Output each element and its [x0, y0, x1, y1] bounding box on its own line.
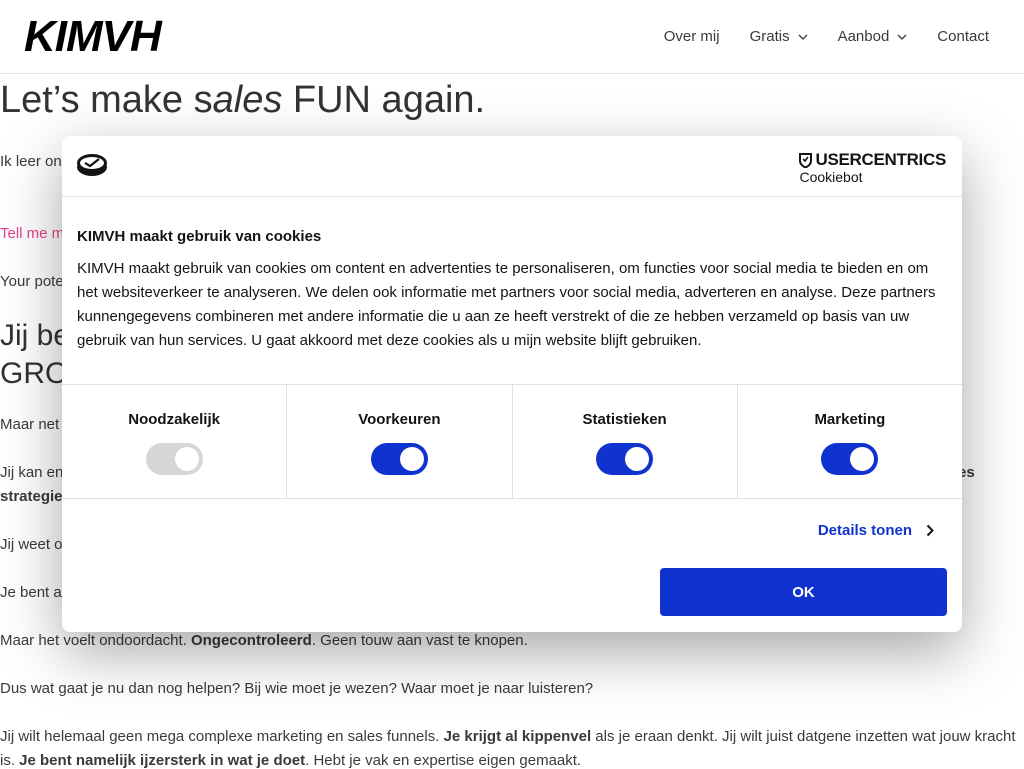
shield-icon	[799, 152, 813, 168]
toggle-label: Noodzakelijk	[128, 411, 220, 428]
noodzakelijk-toggle	[145, 443, 203, 475]
toggle-group-marketing: Marketing	[738, 385, 962, 498]
chevron-right-icon	[926, 524, 934, 537]
toggle-label: Statistieken	[582, 411, 667, 428]
ok-button[interactable]: OK	[660, 568, 947, 616]
cookie-body: KIMVH maakt gebruik van cookies KIMVH ma…	[77, 228, 949, 353]
cookie-description: KIMVH maakt gebruik van cookies om conte…	[77, 260, 936, 349]
toggle-group-noodzakelijk: Noodzakelijk	[62, 385, 288, 498]
toggle-group-statistieken: Statistieken	[513, 385, 738, 498]
statistieken-toggle[interactable]	[596, 443, 654, 475]
toggle-knob	[625, 447, 650, 471]
voorkeuren-toggle[interactable]	[370, 443, 428, 475]
marketing-toggle[interactable]	[821, 443, 879, 475]
details-label: Details tonen	[817, 522, 912, 539]
details-tonen-link[interactable]: Details tonen	[818, 522, 934, 539]
toggle-label: Voorkeuren	[358, 411, 441, 428]
cookie-toggles: Noodzakelijk Voorkeuren Statistieken Mar…	[62, 384, 962, 499]
toggle-label: Marketing	[814, 411, 886, 428]
brand-subtext: Cookiebot	[799, 169, 863, 185]
toggle-knob	[850, 447, 875, 471]
cookie-logo-icon	[77, 154, 107, 176]
toggle-knob	[399, 447, 424, 471]
cookie-dialog: USERCENTRICS Cookiebot KIMVH maakt gebru…	[62, 136, 962, 632]
brand-text: USERCENTRICS	[815, 150, 946, 169]
usercentrics-name: USERCENTRICS	[799, 150, 946, 170]
usercentrics-brand[interactable]: USERCENTRICS Cookiebot	[799, 150, 946, 185]
toggle-knob	[174, 447, 199, 471]
cookie-title: KIMVH maakt gebruik van cookies	[77, 228, 322, 245]
toggle-group-voorkeuren: Voorkeuren	[287, 385, 513, 498]
cookie-dialog-header: USERCENTRICS Cookiebot	[62, 136, 962, 197]
